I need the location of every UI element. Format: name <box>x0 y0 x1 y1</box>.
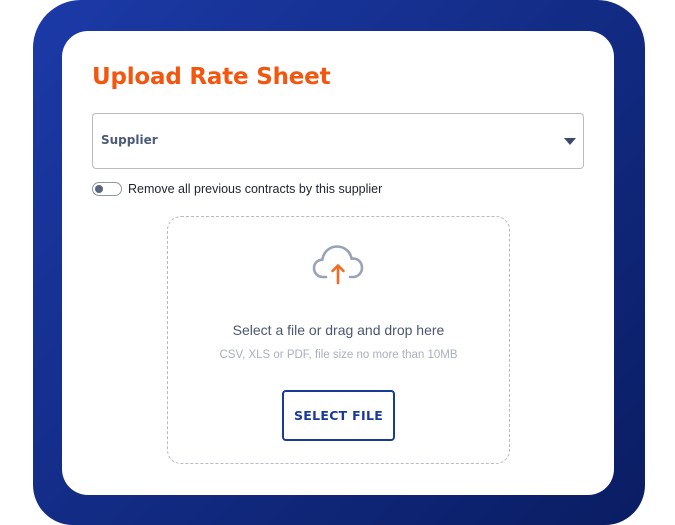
upload-rate-sheet-card: Upload Rate Sheet Supplier Remove all pr… <box>62 31 614 495</box>
page-title: Upload Rate Sheet <box>92 64 331 90</box>
caret-down-icon <box>564 138 576 145</box>
dropzone-hint-text: CSV, XLS or PDF, file size no more than … <box>219 349 458 361</box>
remove-contracts-label: Remove all previous contracts by this su… <box>128 182 383 196</box>
select-file-button[interactable]: SELECT FILE <box>282 390 395 441</box>
cloud-upload-icon <box>312 245 364 285</box>
remove-contracts-toggle-row: Remove all previous contracts by this su… <box>92 181 382 197</box>
supplier-select[interactable]: Supplier <box>92 113 584 169</box>
supplier-select-label: Supplier <box>101 133 158 147</box>
toggle-knob <box>95 185 103 193</box>
file-dropzone[interactable]: Select a file or drag and drop here CSV,… <box>167 216 510 464</box>
dropzone-primary-text: Select a file or drag and drop here <box>232 322 445 338</box>
remove-contracts-toggle[interactable] <box>92 182 122 196</box>
